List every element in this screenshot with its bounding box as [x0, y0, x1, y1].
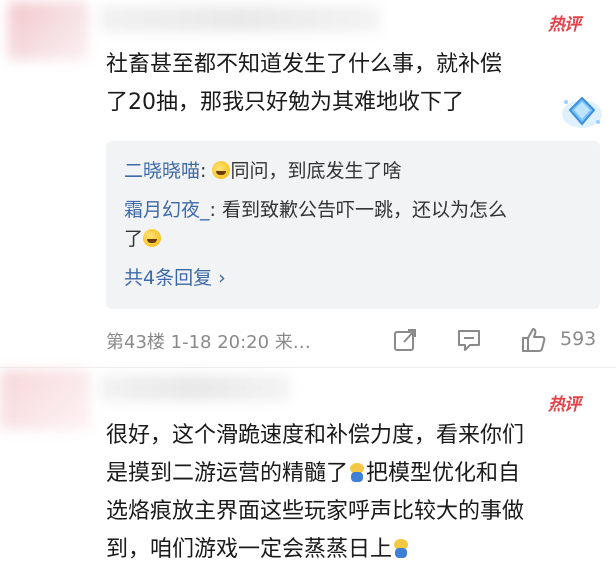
reply-2-name[interactable]: 霜月幻夜_ — [124, 199, 210, 221]
more-replies-link[interactable]: 共4条回复 › — [124, 263, 226, 290]
reply-item-1[interactable]: 二晓晓喵: 同问，到底发生了啥 — [124, 157, 401, 185]
comment-2-line2: 是摸到二游运营的精髓了 把模型优化和自 — [106, 455, 606, 493]
comment-icon[interactable] — [456, 327, 482, 353]
comment-divider — [0, 367, 616, 368]
reply-item-2-cont: 了 — [124, 225, 162, 253]
comment-2-text[interactable]: 很好，这个滑跪速度和补偿力度，看来你们 是摸到二游运营的精髓了 把模型优化和自 选… — [106, 417, 606, 564]
reply-2-text-line1: 看到致歉公告吓一跳，还以为怎么 — [221, 199, 507, 221]
hot-badge-1: 热评 — [548, 15, 581, 35]
diamond-badge-icon — [562, 96, 602, 128]
comment-1-text[interactable]: 社畜甚至都不知道发生了什么事，就补偿 了20抽，那我只好勉为其难地收下了 — [106, 46, 586, 122]
comment-1-line1: 社畜甚至都不知道发生了什么事，就补偿 — [106, 52, 503, 77]
comment-2-line3: 选烙痕放主界面这些玩家呼声比较大的事做 — [106, 499, 525, 524]
floor-and-time: 第43楼 1-18 20:20 来… — [106, 332, 311, 353]
laugh-emoji — [143, 229, 162, 247]
comment-2-line1: 很好，这个滑跪速度和补偿力度，看来你们 — [106, 423, 525, 448]
reply-1-text: 同问，到底发生了啥 — [230, 160, 402, 182]
comment-2-line4-text: 到，咱们游戏一定会蒸蒸日上 — [106, 537, 393, 562]
comment-2-line2b: 把模型优化和自 — [366, 461, 521, 486]
bear-emoji — [348, 463, 366, 483]
reply-item-2[interactable]: 霜月幻夜_: 看到致歉公告吓一跳，还以为怎么 — [124, 196, 507, 224]
like-icon[interactable] — [520, 327, 546, 353]
avatar-1-blurred[interactable] — [8, 2, 88, 60]
reply-2-text-line2: 了 — [124, 228, 144, 250]
comment-2-line2a: 是摸到二游运营的精髓了 — [106, 461, 349, 486]
like-count: 593 — [560, 328, 597, 350]
username-2-blurred[interactable] — [100, 375, 290, 401]
share-icon[interactable] — [392, 327, 418, 353]
username-1-blurred[interactable] — [100, 6, 380, 32]
avatar-2-blurred[interactable] — [0, 370, 90, 430]
reply-1-sep: : — [200, 160, 213, 182]
comment-1-line2: 了20抽，那我只好勉为其难地收下了 — [106, 90, 464, 115]
laugh-emoji — [212, 161, 231, 179]
reply-box[interactable]: 二晓晓喵: 同问，到底发生了啥 霜月幻夜_: 看到致歉公告吓一跳，还以为怎么 了… — [106, 141, 600, 309]
hot-badge-2: 热评 — [548, 395, 581, 415]
reply-2-sep: : — [209, 199, 222, 221]
comment-2-line4: 到，咱们游戏一定会蒸蒸日上 — [106, 531, 606, 564]
reply-1-name[interactable]: 二晓晓喵 — [124, 160, 200, 182]
bear-emoji — [392, 539, 410, 559]
comment-1-meta-row: 第43楼 1-18 20:20 来… 593 — [106, 325, 606, 355]
